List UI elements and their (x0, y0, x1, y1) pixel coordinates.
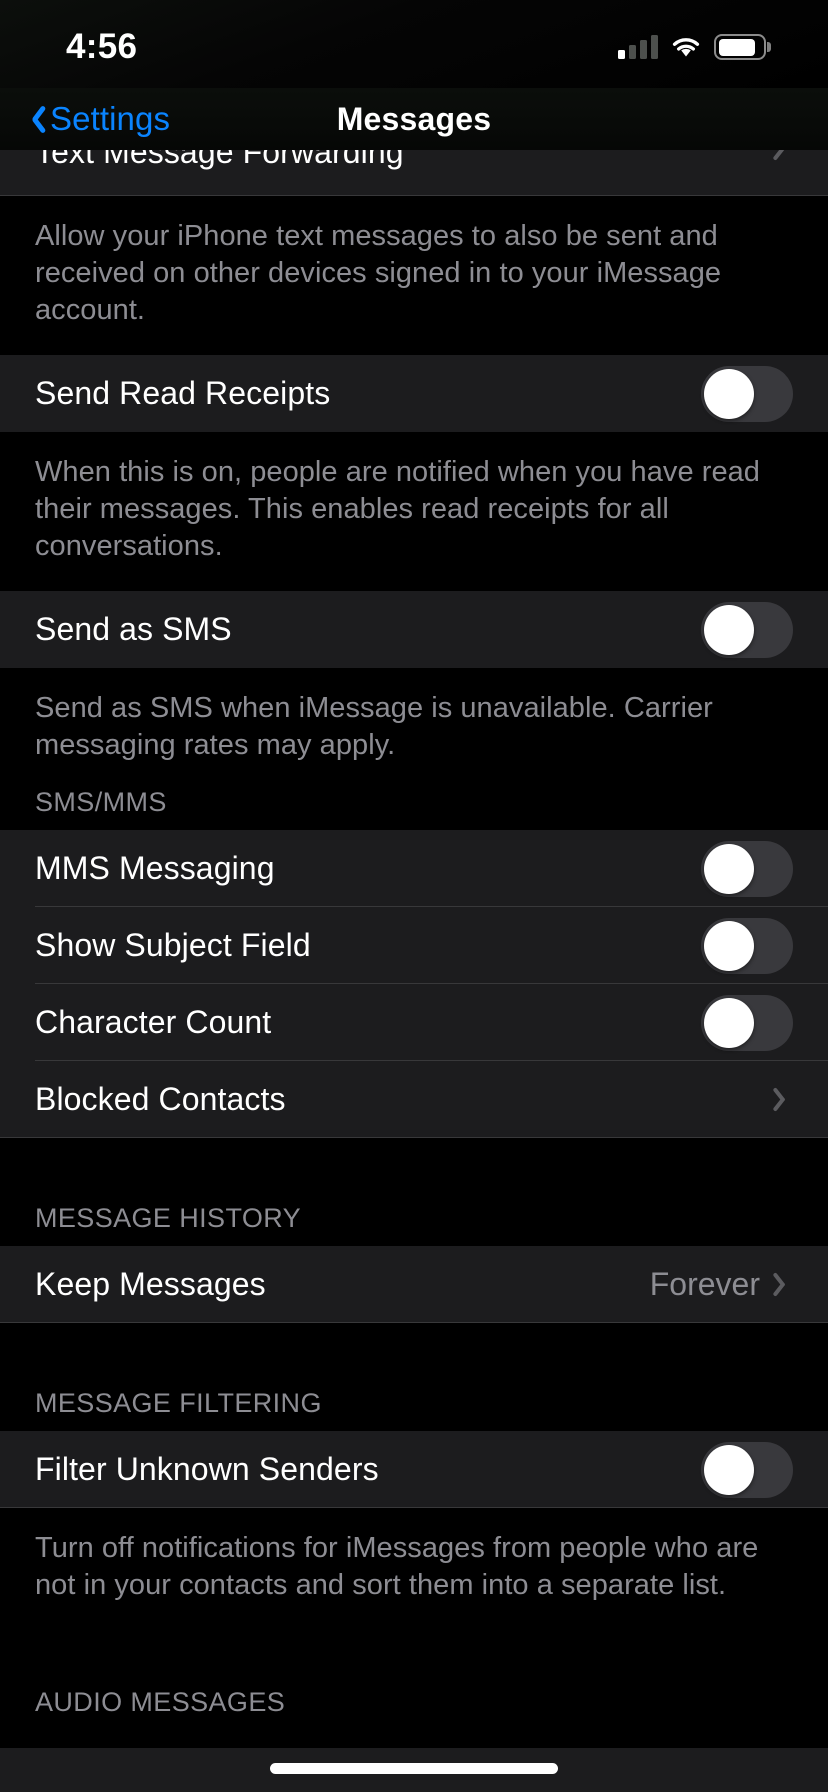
settings-section-sms-mms: MMS Messaging Show Subject Field Charact… (0, 830, 828, 1138)
chevron-left-icon (22, 102, 44, 136)
group-header-message-history: MESSAGE HISTORY (0, 1138, 828, 1246)
toggle-character-count[interactable] (701, 994, 793, 1051)
footer-read-receipts: When this is on, people are notified whe… (0, 432, 828, 591)
row-label: Character Count (35, 1004, 272, 1040)
group-header-sms-mms: SMS/MMS (0, 772, 828, 830)
footer-message-filtering: Turn off notifications for iMessages fro… (0, 1508, 828, 1630)
toggle-filter-unknown-senders[interactable] (701, 1441, 793, 1498)
row-character-count[interactable]: Character Count (0, 984, 828, 1061)
row-label: Send Read Receipts (35, 375, 331, 411)
toggle-send-as-sms[interactable] (701, 601, 793, 658)
status-bar-indicators (618, 34, 771, 60)
toggle-show-subject-field[interactable] (701, 917, 793, 974)
status-bar: 4:56 (0, 0, 828, 88)
row-send-as-sms[interactable]: Send as SMS (0, 591, 828, 668)
row-label: MMS Messaging (35, 850, 275, 886)
back-button-label: Settings (50, 100, 171, 137)
row-show-subject-field[interactable]: Show Subject Field (0, 907, 828, 984)
settings-section-send-as-sms: Send as SMS (0, 591, 828, 668)
toggle-mms-messaging[interactable] (701, 840, 793, 897)
iphone-screen: 4:56 Settings Messages Text Message Forw… (0, 0, 828, 1792)
toggle-send-read-receipts[interactable] (701, 365, 793, 422)
settings-section-message-history: Keep Messages Forever (0, 1246, 828, 1323)
wifi-icon (670, 35, 702, 59)
settings-section-message-filtering: Filter Unknown Senders (0, 1431, 828, 1508)
row-send-read-receipts[interactable]: Send Read Receipts (0, 355, 828, 432)
home-indicator[interactable] (270, 1763, 558, 1774)
chevron-right-icon (776, 1270, 793, 1300)
settings-section-forwarding: Text Message Forwarding (0, 150, 828, 196)
cellular-signal-icon (618, 35, 658, 59)
row-label: Show Subject Field (35, 927, 311, 963)
row-mms-messaging[interactable]: MMS Messaging (0, 830, 828, 907)
row-value: Forever (649, 1266, 760, 1302)
footer-send-as-sms: Send as SMS when iMessage is unavailable… (0, 668, 828, 772)
row-text-message-forwarding[interactable]: Text Message Forwarding (0, 150, 828, 196)
row-filter-unknown-senders[interactable]: Filter Unknown Senders (0, 1431, 828, 1508)
battery-icon (714, 34, 771, 60)
row-label: Filter Unknown Senders (35, 1451, 379, 1487)
status-bar-time: 4:56 (66, 27, 138, 66)
group-header-message-filtering: MESSAGE FILTERING (0, 1323, 828, 1431)
row-label: Blocked Contacts (35, 1081, 286, 1117)
chevron-right-icon (776, 150, 793, 164)
chevron-right-icon (776, 1085, 793, 1115)
settings-scroll-view[interactable]: Text Message Forwarding Allow your iPhon… (0, 150, 828, 1792)
row-label: Keep Messages (35, 1266, 266, 1302)
back-button[interactable]: Settings (22, 100, 170, 138)
settings-section-read-receipts: Send Read Receipts (0, 355, 828, 432)
group-header-audio-messages: AUDIO MESSAGES (0, 1630, 828, 1730)
row-label: Send as SMS (35, 611, 232, 647)
row-blocked-contacts[interactable]: Blocked Contacts (0, 1061, 828, 1138)
footer-forwarding: Allow your iPhone text messages to also … (0, 196, 828, 355)
row-label: Text Message Forwarding (35, 150, 404, 170)
row-keep-messages[interactable]: Keep Messages Forever (0, 1246, 828, 1323)
navigation-bar: Settings Messages (0, 88, 828, 150)
